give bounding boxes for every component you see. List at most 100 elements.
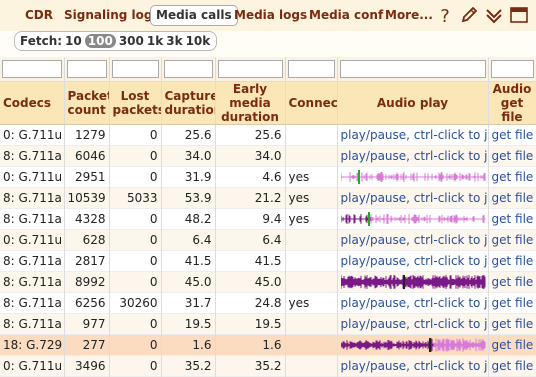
- table-row[interactable]: 18: G.729 277 0 1.6 1.6 get file: [0, 334, 536, 356]
- cell-packet-count: 977: [64, 313, 110, 335]
- play-pause-link[interactable]: play/pause, ctrl-click to jump: [341, 233, 488, 247]
- table-row[interactable]: 0: G.711u 1279 0 25.6 25.6 play/pause, ctrl-c…: [0, 124, 536, 146]
- get-file-link[interactable]: get file: [488, 355, 536, 377]
- col-audio-play[interactable]: Audio play: [337, 81, 489, 125]
- cell-captured-duration: 45.0: [161, 271, 216, 293]
- table-row[interactable]: 8: G.711a 2817 0 41.5 41.5 play/pause, ctrl-c…: [0, 250, 536, 272]
- play-pause-link[interactable]: play/pause, ctrl-click to jump: [341, 317, 488, 331]
- play-pause-link[interactable]: play/pause, ctrl-click to jump: [341, 128, 488, 142]
- col-audio-get-file[interactable]: Audio get file: [488, 81, 536, 125]
- get-file-link[interactable]: get file: [488, 166, 536, 188]
- cell-lost-packets: 0: [109, 124, 162, 146]
- fetch-option-10k[interactable]: 10k: [186, 34, 211, 48]
- filter-audio-input[interactable]: [339, 60, 486, 78]
- help-icon[interactable]: ?: [435, 5, 455, 25]
- cell-packet-count: 277: [64, 334, 110, 356]
- tab-cdr[interactable]: CDR: [25, 7, 53, 24]
- audio-waveform[interactable]: [340, 274, 486, 290]
- cell-codec: 8: G.711a: [0, 208, 65, 230]
- filter-codecs-input[interactable]: [2, 60, 62, 78]
- table-row[interactable]: 8: G.711a 6046 0 34.0 34.0 play/pause, ctrl-c…: [0, 145, 536, 167]
- table-row[interactable]: 8: G.711a 10539 5033 53.9 21.2 yes play/pause,…: [0, 187, 536, 209]
- get-file-link[interactable]: get file: [488, 313, 536, 335]
- playhead-marker[interactable]: [367, 212, 370, 226]
- play-pause-link[interactable]: play/pause, ctrl-click to jump: [341, 149, 488, 163]
- table-row[interactable]: 0: G.711u 3496 0 35.2 35.2 play/pause, ctrl-c…: [0, 355, 536, 377]
- cell-audio-play[interactable]: [337, 334, 489, 356]
- expand-icon[interactable]: [484, 5, 504, 25]
- cell-audio-play[interactable]: play/pause, ctrl-click to jump: [337, 292, 489, 314]
- cell-audio-play[interactable]: play/pause, ctrl-click to jump: [337, 229, 489, 251]
- tab-media-calls[interactable]: Media calls: [150, 5, 238, 26]
- cell-audio-play[interactable]: play/pause, ctrl-click to jump: [337, 124, 489, 146]
- table-row[interactable]: 0: G.711u 628 0 6.4 6.4 play/pause, ctrl-clic…: [0, 229, 536, 251]
- table-row[interactable]: 8: G.711a 6256 30260 31.7 24.8 yes play/pause,…: [0, 292, 536, 314]
- cell-audio-play[interactable]: play/pause, ctrl-click to jump: [337, 145, 489, 167]
- table-row[interactable]: 8: G.711a 4328 0 48.2 9.4 yes get file: [0, 208, 536, 230]
- tab-more[interactable]: More...: [385, 7, 433, 24]
- cell-connect: [285, 124, 338, 146]
- cell-packet-count: 628: [64, 229, 110, 251]
- fetch-option-100[interactable]: 100: [84, 34, 116, 48]
- filter-captured-input[interactable]: [163, 60, 213, 78]
- col-codecs[interactable]: Codecs: [0, 81, 65, 125]
- playhead-marker[interactable]: [357, 170, 360, 184]
- edit-icon[interactable]: [459, 5, 479, 25]
- table-row[interactable]: 0: G.711u 2951 0 31.9 4.6 yes get file: [0, 166, 536, 188]
- get-file-link[interactable]: get file: [488, 124, 536, 146]
- get-file-link[interactable]: get file: [488, 271, 536, 293]
- get-file-link[interactable]: get file: [488, 145, 536, 167]
- col-early-media-duration[interactable]: Early media duration: [215, 81, 286, 125]
- window-icon[interactable]: [509, 5, 529, 25]
- get-file-link[interactable]: get file: [488, 187, 536, 209]
- get-file-link[interactable]: get file: [488, 229, 536, 251]
- fetch-option-1k[interactable]: 1k: [147, 34, 163, 48]
- filter-row: [0, 57, 536, 82]
- table-row[interactable]: 8: G.711a 977 0 19.5 19.5 play/pause, ctrl-cl…: [0, 313, 536, 335]
- tab-media-logs[interactable]: Media logs: [234, 7, 307, 24]
- table-row[interactable]: 8: G.711a 8992 0 45.0 45.0 get file: [0, 271, 536, 293]
- play-pause-link[interactable]: play/pause, ctrl-click to jump: [341, 296, 488, 310]
- cell-audio-play[interactable]: play/pause, ctrl-click to jump: [337, 355, 489, 377]
- col-connect[interactable]: Connect: [285, 81, 338, 125]
- cell-audio-play[interactable]: play/pause, ctrl-click to jump: [337, 187, 489, 209]
- get-file-link[interactable]: get file: [488, 208, 536, 230]
- tab-signaling-logs[interactable]: Signaling logs: [64, 7, 160, 24]
- cell-lost-packets: 0: [109, 145, 162, 167]
- audio-waveform[interactable]: [340, 169, 486, 185]
- audio-waveform[interactable]: [340, 337, 486, 353]
- cell-audio-play[interactable]: [337, 208, 489, 230]
- get-file-link[interactable]: get file: [488, 250, 536, 272]
- cell-lost-packets: 0: [109, 166, 162, 188]
- filter-early-input[interactable]: [217, 60, 283, 78]
- filter-connect-input[interactable]: [287, 60, 335, 78]
- cell-codec: 8: G.711a: [0, 271, 65, 293]
- fetch-option-300[interactable]: 300: [119, 34, 144, 48]
- cell-lost-packets: 0: [109, 313, 162, 335]
- fetch-option-10[interactable]: 10: [65, 34, 82, 48]
- get-file-link[interactable]: get file: [488, 292, 536, 314]
- filter-packets-input[interactable]: [66, 60, 107, 78]
- cell-audio-play[interactable]: play/pause, ctrl-click to jump: [337, 313, 489, 335]
- cell-audio-play[interactable]: play/pause, ctrl-click to jump: [337, 250, 489, 272]
- filter-getfile-input[interactable]: [490, 60, 534, 78]
- col-packet-count[interactable]: Packet count: [64, 81, 110, 125]
- cell-packet-count: 8992: [64, 271, 110, 293]
- cell-audio-play[interactable]: [337, 271, 489, 293]
- get-file-link[interactable]: get file: [488, 334, 536, 356]
- play-pause-link[interactable]: play/pause, ctrl-click to jump: [341, 254, 488, 268]
- play-pause-link[interactable]: play/pause, ctrl-click to jump: [341, 191, 488, 205]
- col-captured-duration[interactable]: Captured duration: [161, 81, 216, 125]
- play-pause-link[interactable]: play/pause, ctrl-click to jump: [341, 359, 488, 373]
- col-lost-packets[interactable]: Lost packets: [109, 81, 162, 125]
- tab-media-conf[interactable]: Media conf: [309, 7, 383, 24]
- cell-lost-packets: 0: [109, 271, 162, 293]
- playhead-marker[interactable]: [428, 338, 431, 352]
- fetch-option-3k[interactable]: 3k: [166, 34, 182, 48]
- top-nav: CDR Signaling logs Media calls Media log…: [0, 0, 536, 31]
- playhead-marker[interactable]: [402, 275, 405, 289]
- cell-audio-play[interactable]: [337, 166, 489, 188]
- filter-lost-input[interactable]: [111, 60, 159, 78]
- cell-lost-packets: 5033: [109, 187, 162, 209]
- audio-waveform[interactable]: [340, 211, 486, 227]
